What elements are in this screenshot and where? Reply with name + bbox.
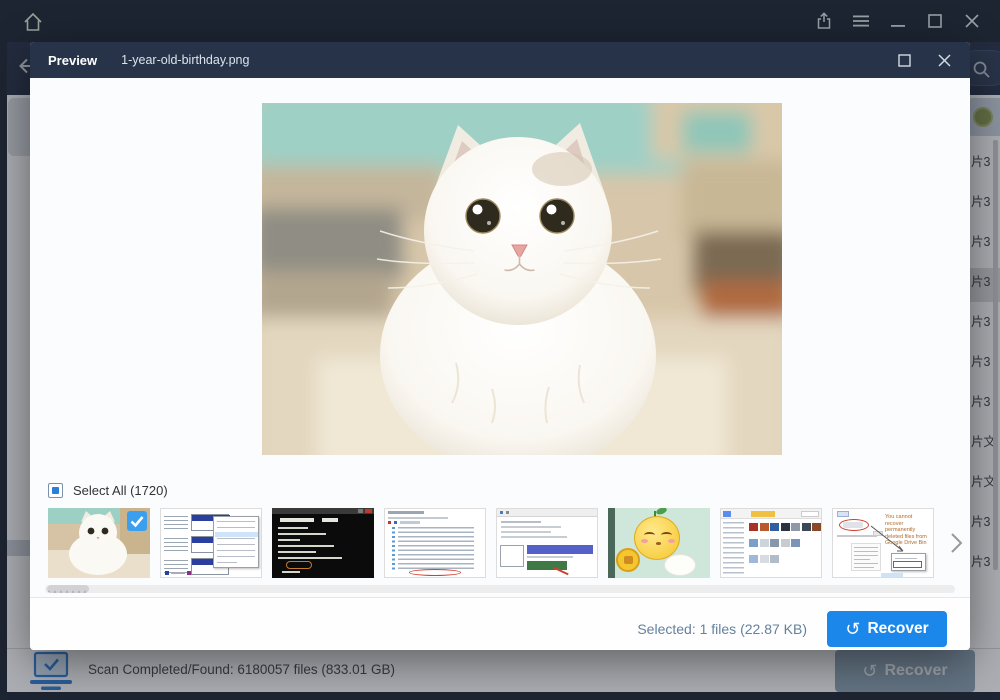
thumbnail-scrollbar-track[interactable]	[45, 585, 955, 593]
maximize-icon[interactable]	[925, 11, 945, 31]
close-icon[interactable]	[962, 11, 982, 31]
thumbnail-scroll-right-icon[interactable]	[948, 530, 968, 556]
preview-modal-footer: Selected: 1 files (22.87 KB) ↺ Recover	[30, 597, 970, 650]
thumbnail-google-drive-note[interactable]: You cannot recover permanently deleted f…	[832, 508, 934, 578]
modal-title: Preview	[48, 53, 97, 68]
modal-close-icon[interactable]	[936, 52, 952, 68]
select-all-control[interactable]: Select All (1720)	[48, 481, 168, 499]
preview-modal-header: Preview 1-year-old-birthday.png	[30, 42, 970, 78]
app-titlebar	[0, 0, 1000, 42]
app-window: 片3 片3 片3 片3 片3 片3 片3 片文 片文 片3 片3 Scan Co…	[0, 0, 1000, 700]
recover-button-label: Recover	[867, 620, 928, 638]
google-drive-note-text: You cannot recover permanently deleted f…	[885, 514, 932, 547]
preview-modal-body: Select All (1720)	[30, 78, 970, 650]
thumbnail-strip: You cannot recover permanently deleted f…	[48, 508, 934, 578]
select-all-checkbox[interactable]	[48, 483, 63, 498]
thumbnail-device-manager[interactable]	[384, 508, 486, 578]
select-all-label: Select All (1720)	[73, 483, 168, 498]
preview-modal: Preview 1-year-old-birthday.png	[30, 42, 970, 650]
checkbox-indeterminate-mark	[52, 487, 59, 494]
home-icon[interactable]	[20, 9, 46, 35]
previewed-filename: 1-year-old-birthday.png	[121, 53, 249, 67]
thumbnail-disk-management-context-menu[interactable]	[160, 508, 262, 578]
menu-icon[interactable]	[851, 11, 871, 31]
thumbnail-file-explorer-photos[interactable]	[720, 508, 822, 578]
minimize-icon[interactable]	[888, 11, 908, 31]
thumbnail-terminal-output[interactable]	[272, 508, 374, 578]
share-icon[interactable]	[814, 11, 834, 31]
thumbnail-emoji-cartoon[interactable]	[608, 508, 710, 578]
thumbnail-disk-management[interactable]	[496, 508, 598, 578]
thumbnail-scrollbar-thumb[interactable]	[47, 585, 89, 593]
restore-icon: ↺	[845, 620, 860, 638]
preview-image-cat	[262, 103, 782, 455]
thumbnail-cat-photo[interactable]	[48, 508, 150, 578]
modal-maximize-icon[interactable]	[896, 52, 912, 68]
recover-button[interactable]: ↺ Recover	[827, 611, 947, 647]
thumbnail-selected-badge	[127, 511, 147, 531]
selected-summary-text: Selected: 1 files (22.87 KB)	[637, 621, 807, 637]
